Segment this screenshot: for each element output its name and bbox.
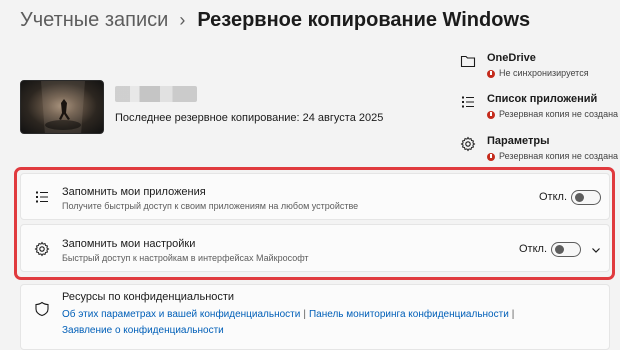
privacy-link-about[interactable]: Об этих параметрах и вашей конфиденциаль… <box>62 309 300 320</box>
link-separator: | <box>511 309 515 320</box>
breadcrumb-parent-accounts[interactable]: Учетные записи <box>20 9 168 32</box>
page-title: Резервное копирование Windows <box>197 8 531 31</box>
breadcrumb-separator: › <box>179 9 186 30</box>
shield-icon <box>35 301 49 317</box>
status-subtitle: Резервная копия не создана <box>499 151 619 161</box>
status-app-list: Список приложений Резервная копия не соз… <box>460 93 618 121</box>
link-separator: | <box>303 309 306 320</box>
privacy-resources-card: Ресурсы по конфиденциальности Об этих па… <box>20 284 610 350</box>
status-title: Параметры <box>487 135 550 147</box>
status-settings: Параметры Резервная копия не создана <box>460 135 618 163</box>
privacy-links: Об этих параметрах и вашей конфиденциаль… <box>62 307 582 339</box>
account-picture-image <box>41 81 85 133</box>
highlight-frame <box>14 167 615 280</box>
warning-icon <box>487 69 495 78</box>
account-name-redacted <box>115 86 197 102</box>
warning-icon <box>487 152 495 161</box>
privacy-link-dashboard[interactable]: Панель мониторинга конфиденциальности <box>309 309 509 320</box>
warning-icon <box>487 110 495 119</box>
backup-settings-page: Учетные записи › Резервное копирование W… <box>0 0 620 350</box>
status-title: OneDrive <box>487 52 536 64</box>
account-picture <box>20 80 104 134</box>
privacy-link-statement[interactable]: Заявление о конфиденциальности <box>62 325 224 336</box>
app-list-icon <box>462 96 474 108</box>
last-backup-text: Последнее резервное копирование: 24 авгу… <box>115 112 384 124</box>
status-onedrive: OneDrive Не синхронизируется <box>460 52 589 80</box>
status-title: Список приложений <box>487 93 598 105</box>
breadcrumb: Учетные записи › Резервное копирование W… <box>20 6 530 34</box>
status-subtitle: Резервная копия не создана <box>499 109 619 119</box>
gear-icon <box>460 136 476 152</box>
status-subtitle: Не синхронизируется <box>499 68 589 78</box>
privacy-title: Ресурсы по конфиденциальности <box>62 291 235 303</box>
folder-icon <box>460 55 476 68</box>
